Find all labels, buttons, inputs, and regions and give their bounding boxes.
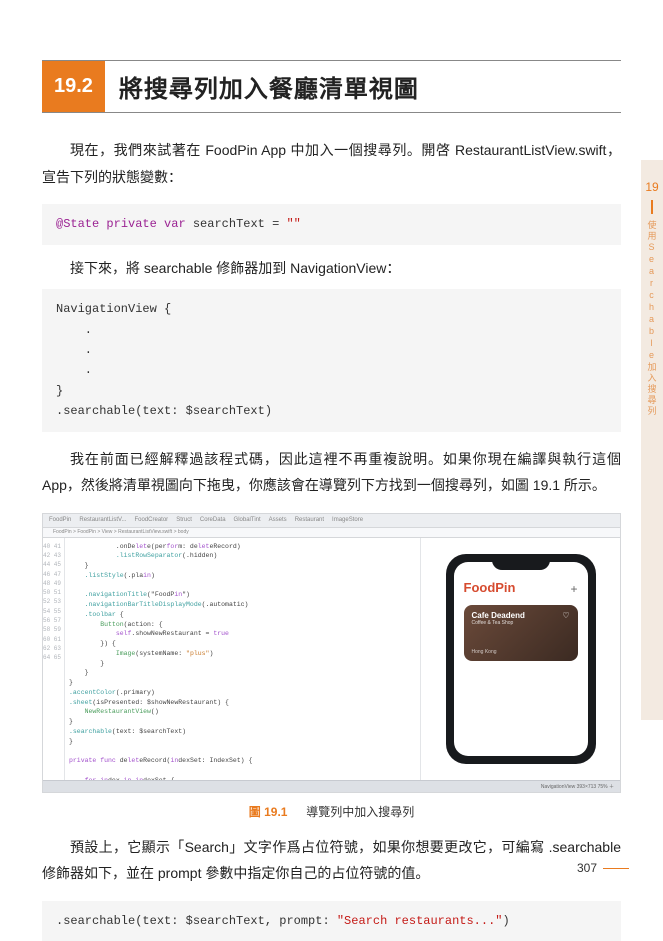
code-block-3: .searchable(text: $searchText, prompt: "…	[42, 901, 621, 941]
paragraph-2: 接下來，將 searchable 修飾器加到 NavigationView：	[42, 255, 621, 282]
restaurant-card: Cafe Deadend Coffee & Tea Shop Hong Kong…	[464, 605, 578, 661]
code-editor-area: .onDelete(perform: deleteRecord) .listRo…	[65, 538, 420, 780]
plus-icon: +	[570, 582, 577, 596]
page-number: 307	[577, 861, 629, 875]
ide-status-bar: NavigationView 393×713 75% ＋	[43, 780, 620, 792]
section-title: 將搜尋列加入餐廳清單視圖	[105, 61, 433, 112]
card-location: Hong Kong	[472, 649, 497, 655]
app-title: FoodPin	[464, 580, 578, 595]
paragraph-1: 現在，我們來試著在 FoodPin App 中加入一個搜尋列。開啓 Restau…	[42, 137, 621, 190]
line-number-gutter: 40 41 42 43 44 45 46 47 48 49 50 51 52 5…	[43, 538, 65, 780]
phone-notch	[492, 562, 550, 570]
phone-screen: FoodPin + Cafe Deadend Coffee & Tea Shop…	[454, 562, 588, 756]
code-block-2: NavigationView { . . . } .searchable(tex…	[42, 289, 621, 431]
preview-pane: FoodPin + Cafe Deadend Coffee & Tea Shop…	[420, 538, 620, 780]
heart-icon: ♡	[562, 611, 569, 620]
ide-screenshot: FoodPin RestaurantListV... FoodCreator S…	[42, 513, 621, 793]
section-heading: 19.2 將搜尋列加入餐廳清單視圖	[42, 60, 621, 113]
card-name: Cafe Deadend	[472, 611, 570, 620]
code-block-1: @State private var searchText = ""	[42, 204, 621, 244]
figure-number: 圖 19.1	[249, 805, 288, 819]
ide-tab-bar: FoodPin RestaurantListV... FoodCreator S…	[43, 514, 620, 528]
page-content: 19.2 將搜尋列加入餐廳清單視圖 現在，我們來試著在 FoodPin App …	[0, 0, 663, 897]
card-subtitle: Coffee & Tea Shop	[472, 620, 570, 626]
figure-caption: 圖 19.1 導覽列中加入搜尋列	[42, 803, 621, 820]
figure-19-1: FoodPin RestaurantListV... FoodCreator S…	[42, 513, 621, 820]
ide-breadcrumb: FoodPin > FoodPin > View > RestaurantLis…	[43, 528, 620, 538]
section-number: 19.2	[42, 61, 105, 112]
paragraph-4: 預設上，它顯示「Search」文字作爲占位符號，如果你想要更改它，可編寫 .se…	[42, 834, 621, 887]
ide-body: 40 41 42 43 44 45 46 47 48 49 50 51 52 5…	[43, 538, 620, 780]
paragraph-3: 我在前面已經解釋過該程式碼，因此這裡不再重複說明。如果你現在編譯與執行這個App…	[42, 446, 621, 499]
figure-caption-text: 導覽列中加入搜尋列	[306, 805, 414, 819]
phone-mockup: FoodPin + Cafe Deadend Coffee & Tea Shop…	[446, 554, 596, 764]
